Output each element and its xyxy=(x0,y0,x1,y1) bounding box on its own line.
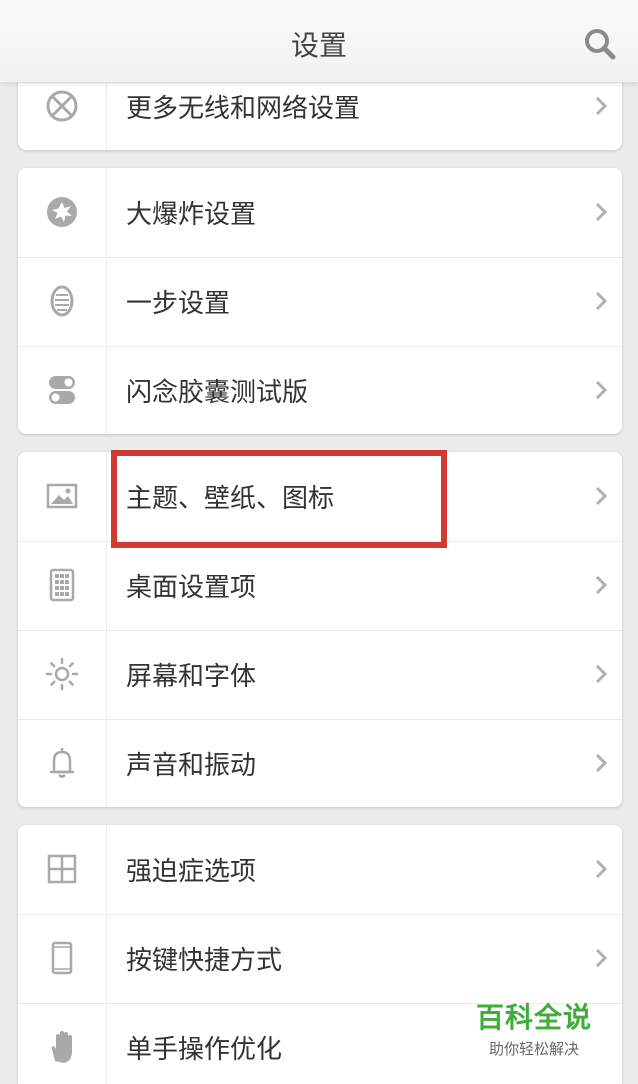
watermark-logo: 百科全说 助你轻松解决 xyxy=(466,996,602,1058)
chevron-right-icon xyxy=(594,485,608,507)
row-label: 按键快捷方式 xyxy=(126,946,283,976)
divider xyxy=(106,452,107,540)
chevron-right-icon xyxy=(594,574,608,596)
grid-phone-icon xyxy=(42,565,82,605)
capsule-toggle-icon xyxy=(42,370,82,410)
hand-icon xyxy=(42,1027,82,1067)
chevron-right-icon xyxy=(594,752,608,774)
divider xyxy=(18,346,622,347)
chevron-right-icon xyxy=(594,95,608,117)
big-bang-icon xyxy=(42,192,82,232)
chevron-right-icon xyxy=(594,663,608,685)
row-ocd-options[interactable]: 强迫症选项 xyxy=(18,825,622,913)
row-label: 更多无线和网络设置 xyxy=(126,94,361,124)
chevron-right-icon xyxy=(594,201,608,223)
row-desktop-settings[interactable]: 桌面设置项 xyxy=(18,541,622,629)
brightness-icon xyxy=(42,654,82,694)
wireless-network-icon xyxy=(42,86,82,126)
divider xyxy=(106,1003,107,1084)
row-label: 大爆炸设置 xyxy=(126,200,257,230)
divider xyxy=(106,914,107,1002)
divider xyxy=(18,914,622,915)
row-key-shortcuts[interactable]: 按键快捷方式 xyxy=(18,914,622,1002)
row-big-bang[interactable]: 大爆炸设置 xyxy=(18,168,622,256)
divider xyxy=(106,825,107,913)
row-label: 声音和振动 xyxy=(126,751,257,781)
divider xyxy=(18,719,622,720)
divider xyxy=(106,168,107,256)
row-label: 屏幕和字体 xyxy=(126,662,257,692)
one-step-icon xyxy=(42,281,82,321)
divider xyxy=(106,719,107,807)
search-icon[interactable] xyxy=(580,24,620,64)
grid-square-icon xyxy=(42,849,82,889)
chevron-right-icon xyxy=(594,379,608,401)
chevron-right-icon xyxy=(594,858,608,880)
divider xyxy=(106,630,107,718)
divider xyxy=(18,630,622,631)
row-label: 单手操作优化 xyxy=(126,1035,283,1065)
page-title: 设置 xyxy=(290,29,347,62)
watermark-subtitle: 助你轻松解决 xyxy=(488,1040,579,1058)
app-header: 设置 xyxy=(0,0,638,83)
image-icon xyxy=(42,476,82,516)
highlight-box xyxy=(111,450,447,548)
row-one-step[interactable]: 一步设置 xyxy=(18,257,622,345)
settings-group-features: 大爆炸设置 一步设置 闪念胶囊测试版 xyxy=(18,168,622,434)
chevron-right-icon xyxy=(594,947,608,969)
divider xyxy=(106,346,107,434)
row-label: 强迫症选项 xyxy=(126,857,257,887)
row-capsule[interactable]: 闪念胶囊测试版 xyxy=(18,346,622,434)
row-label: 闪念胶囊测试版 xyxy=(126,378,309,408)
row-screen-fonts[interactable]: 屏幕和字体 xyxy=(18,630,622,718)
watermark-title: 百科全说 xyxy=(475,1001,592,1034)
bell-icon xyxy=(42,743,82,783)
divider xyxy=(18,257,622,258)
divider xyxy=(106,257,107,345)
phone-outline-icon xyxy=(42,938,82,978)
divider xyxy=(106,541,107,629)
chevron-right-icon xyxy=(594,290,608,312)
row-label: 桌面设置项 xyxy=(126,573,257,603)
row-label: 一步设置 xyxy=(126,289,231,319)
row-sound-vibration[interactable]: 声音和振动 xyxy=(18,719,622,807)
